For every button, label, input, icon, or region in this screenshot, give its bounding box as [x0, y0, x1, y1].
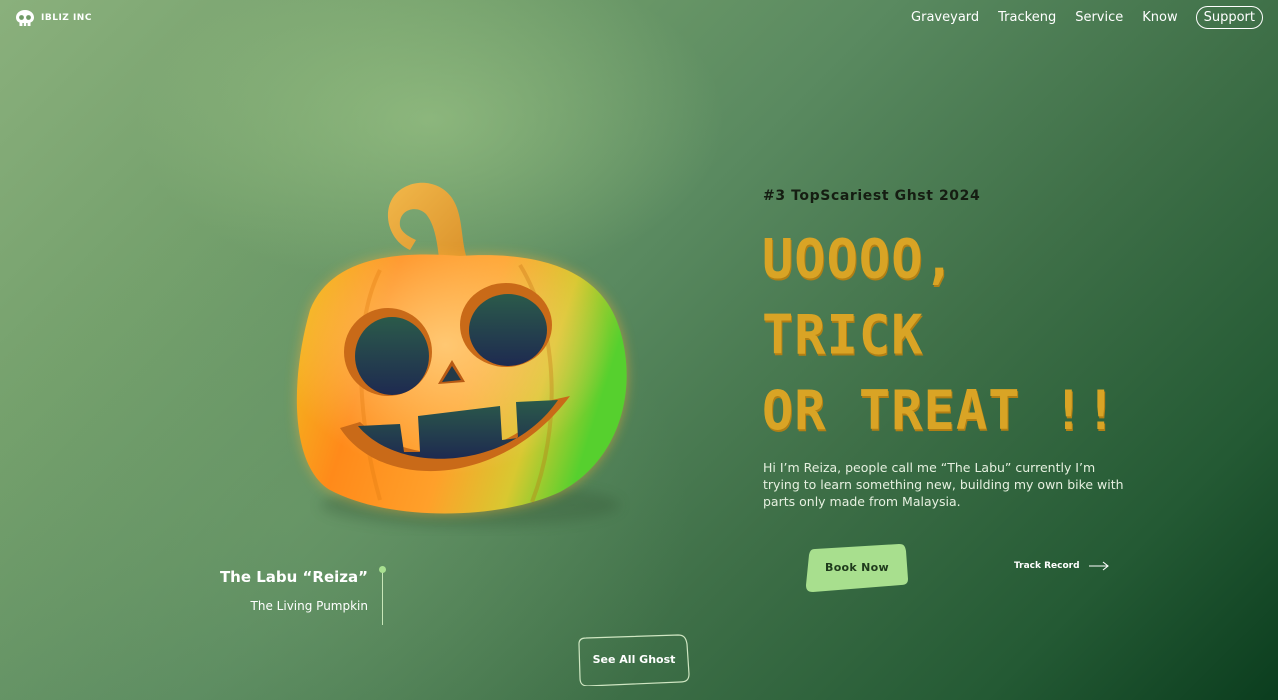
nav-item-trackeng[interactable]: Trackeng [998, 10, 1056, 25]
caption-dot [379, 566, 386, 573]
arrow-right-icon [1088, 561, 1109, 571]
nav-item-graveyard[interactable]: Graveyard [911, 10, 979, 25]
hero-kicker: #3 TopScariest Ghst 2024 [763, 188, 981, 204]
brand[interactable]: IBLIZ INC [15, 9, 92, 27]
hero-headline: UOOOO, TRICK OR TREAT !! [762, 222, 1117, 449]
track-record-link[interactable]: Track Record [1014, 561, 1110, 571]
support-button[interactable]: Support [1195, 6, 1263, 29]
nav-item-know[interactable]: Know [1142, 10, 1177, 25]
headline-line-1: UOOOO, [762, 228, 956, 292]
headline-line-2: TRICK [762, 303, 924, 367]
pumpkin-icon [296, 182, 627, 527]
hero-bio: Hi I’m Reiza, people call me “The Labu” … [763, 460, 1124, 509]
headline-line-3: OR TREAT !! [762, 379, 1118, 443]
nav-item-service[interactable]: Service [1075, 10, 1123, 25]
skull-icon [16, 10, 34, 26]
track-record-label: Track Record [1014, 561, 1080, 571]
book-now-button[interactable]: Book Now [805, 543, 909, 593]
see-all-label: See All Ghost [592, 653, 676, 666]
brand-name: IBLIZ INC [41, 13, 92, 23]
book-now-label: Book Now [825, 561, 889, 574]
caption-divider [382, 571, 383, 625]
main-nav: Graveyard Trackeng Service Know Support [911, 6, 1263, 29]
see-all-ghost-button[interactable]: See All Ghost [578, 634, 690, 686]
character-subtitle: The Living Pumpkin [250, 599, 368, 613]
character-caption: The Labu “Reiza” The Living Pumpkin [200, 568, 368, 613]
character-name: The Labu “Reiza” [219, 568, 368, 586]
